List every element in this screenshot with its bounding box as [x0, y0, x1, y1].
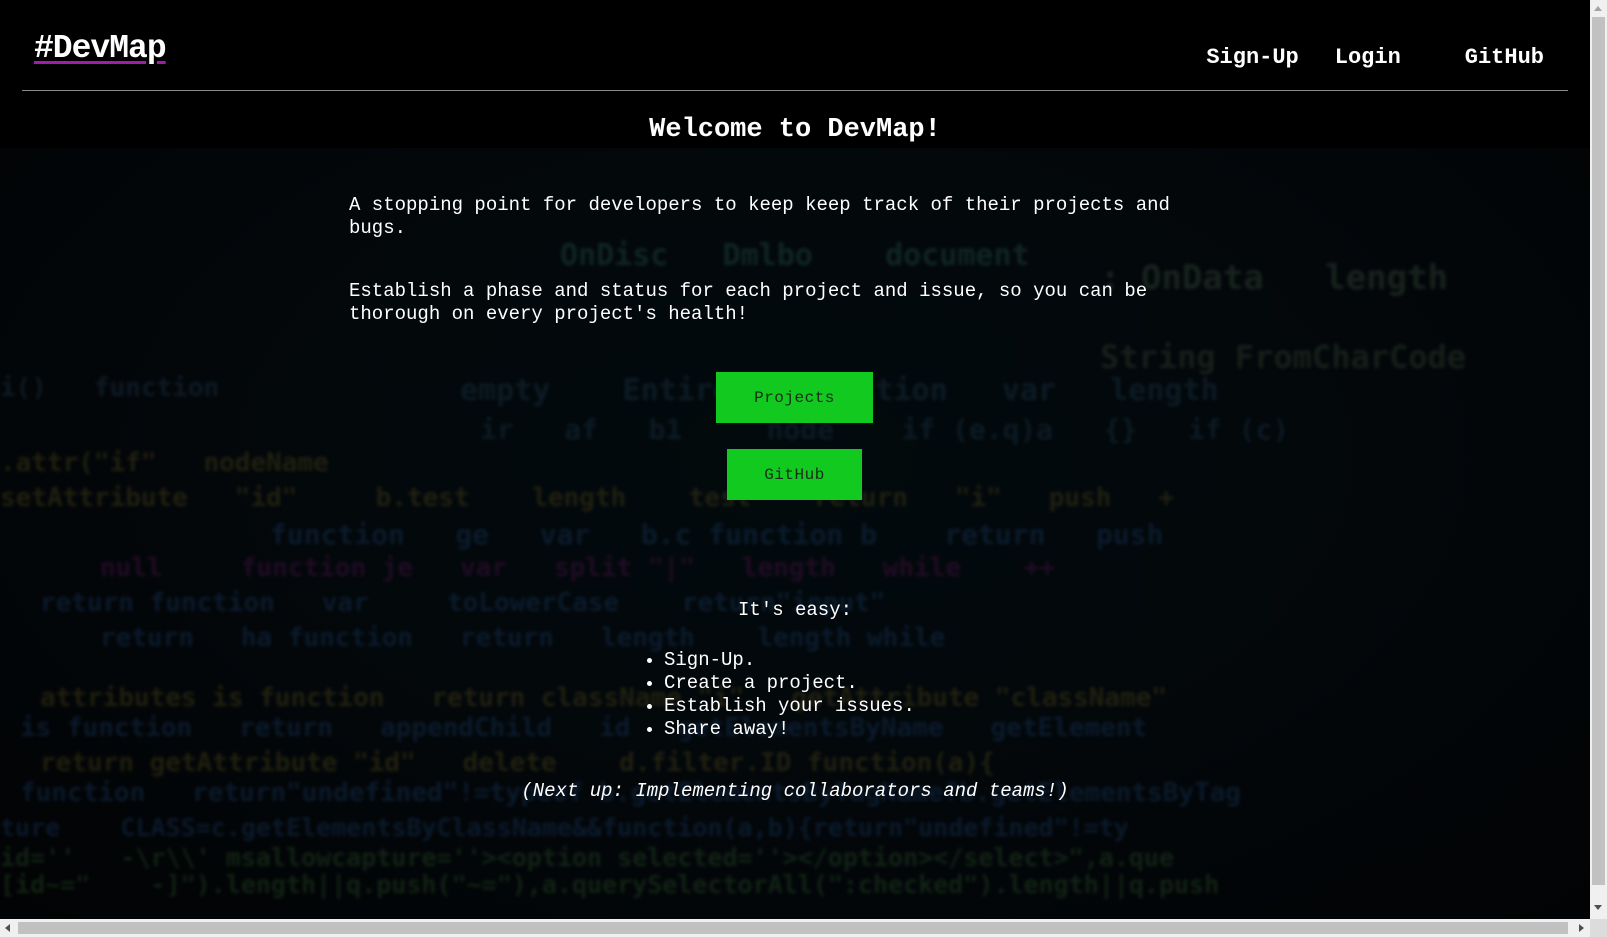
page-title: Welcome to DevMap! — [649, 115, 941, 145]
code-background-image: OnDisc Dmlbo document : OnData length St… — [0, 148, 1590, 919]
code-bg-line: is function return appendChild id getEle… — [20, 713, 1148, 743]
arrow-up-icon[interactable] — [1594, 6, 1602, 11]
next-up-note: (Next up: Implementing collaborators and… — [521, 780, 1069, 802]
code-bg-line: ir af b1 node if (e.q)a {} if (c) — [480, 413, 1290, 446]
code-bg-line: .attr("if" nodeName — [0, 448, 329, 478]
code-bg-line: [id~=" -]").length||q.push("~="),a.query… — [0, 870, 1220, 899]
arrow-right-icon[interactable] — [1579, 924, 1584, 932]
code-bg-line: String FromCharCode — [1100, 338, 1467, 376]
list-item: Establish your issues. — [664, 695, 915, 718]
code-bg-line: ture CLASS=c.getElementsByClassName&&fun… — [0, 813, 1129, 842]
code-bg-line: id='' -\r\\' msallowcapture=''><option s… — [0, 843, 1174, 872]
page-viewport: OnDisc Dmlbo document : OnData length St… — [0, 0, 1590, 919]
arrow-left-icon[interactable] — [5, 924, 10, 932]
top-nav: Sign-Up Login GitHub — [1206, 45, 1544, 70]
intro-paragraph: A stopping point for developers to keep … — [349, 194, 1170, 239]
vertical-scrollbar[interactable] — [1590, 0, 1607, 919]
vertical-scroll-thumb[interactable] — [1592, 17, 1605, 885]
scrollbar-corner — [1590, 919, 1607, 937]
code-bg-line: function ge var b.c function b return pu… — [270, 518, 1164, 551]
brand-logo[interactable]: #DevMap — [34, 30, 167, 67]
projects-button[interactable]: Projects — [716, 372, 873, 423]
github-button[interactable]: GitHub — [727, 449, 862, 500]
brand-name[interactable]: #DevMap — [34, 30, 167, 67]
steps-list: Sign-Up. Create a project. Establish you… — [642, 649, 915, 741]
list-item: Share away! — [664, 718, 915, 741]
code-bg-line: attributes is function return className … — [40, 683, 1168, 713]
nav-login-link[interactable]: Login — [1335, 45, 1401, 70]
intro-paragraph: Establish a phase and status for each pr… — [349, 280, 1148, 325]
list-item: Create a project. — [664, 672, 915, 695]
horizontal-scroll-thumb[interactable] — [18, 922, 1568, 934]
code-bg-line: i() function — [0, 373, 220, 403]
horizontal-scrollbar[interactable] — [0, 919, 1590, 937]
nav-signup-link[interactable]: Sign-Up — [1206, 45, 1298, 70]
code-bg-line: OnDisc Dmlbo document — [560, 238, 1030, 273]
code-bg-line: return getAttribute "id" delete d.filter… — [40, 748, 995, 778]
easy-heading: It's easy: — [737, 599, 853, 621]
list-item: Sign-Up. — [664, 649, 915, 672]
arrow-down-icon[interactable] — [1594, 905, 1602, 910]
code-bg-line: setAttribute "id" b.test length test ret… — [0, 483, 1174, 513]
nav-github-link[interactable]: GitHub — [1465, 45, 1544, 70]
code-bg-line: null function je var split "|" length wh… — [100, 553, 1055, 583]
site-header: #DevMap Sign-Up Login GitHub — [22, 0, 1568, 91]
